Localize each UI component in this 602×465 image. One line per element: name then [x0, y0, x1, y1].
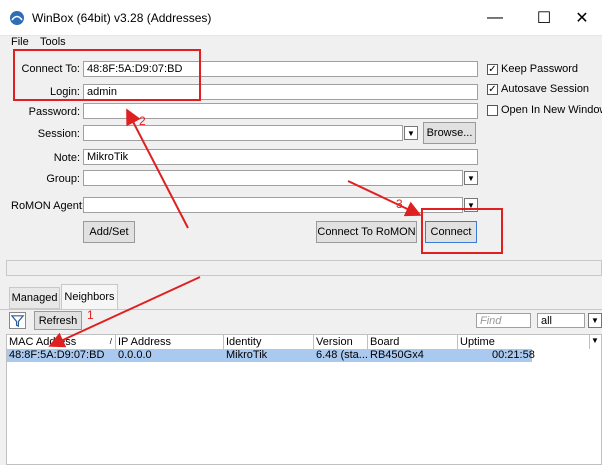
annotation-number-3: 3: [396, 197, 403, 211]
annotation-number-1: 1: [87, 308, 94, 322]
arrow-to-login: [126, 108, 189, 229]
arrow-to-mac: [48, 276, 201, 348]
arrow-to-connect: [347, 180, 422, 217]
annotation-arrows: [48, 108, 422, 348]
annotation-number-2: 2: [139, 114, 146, 128]
